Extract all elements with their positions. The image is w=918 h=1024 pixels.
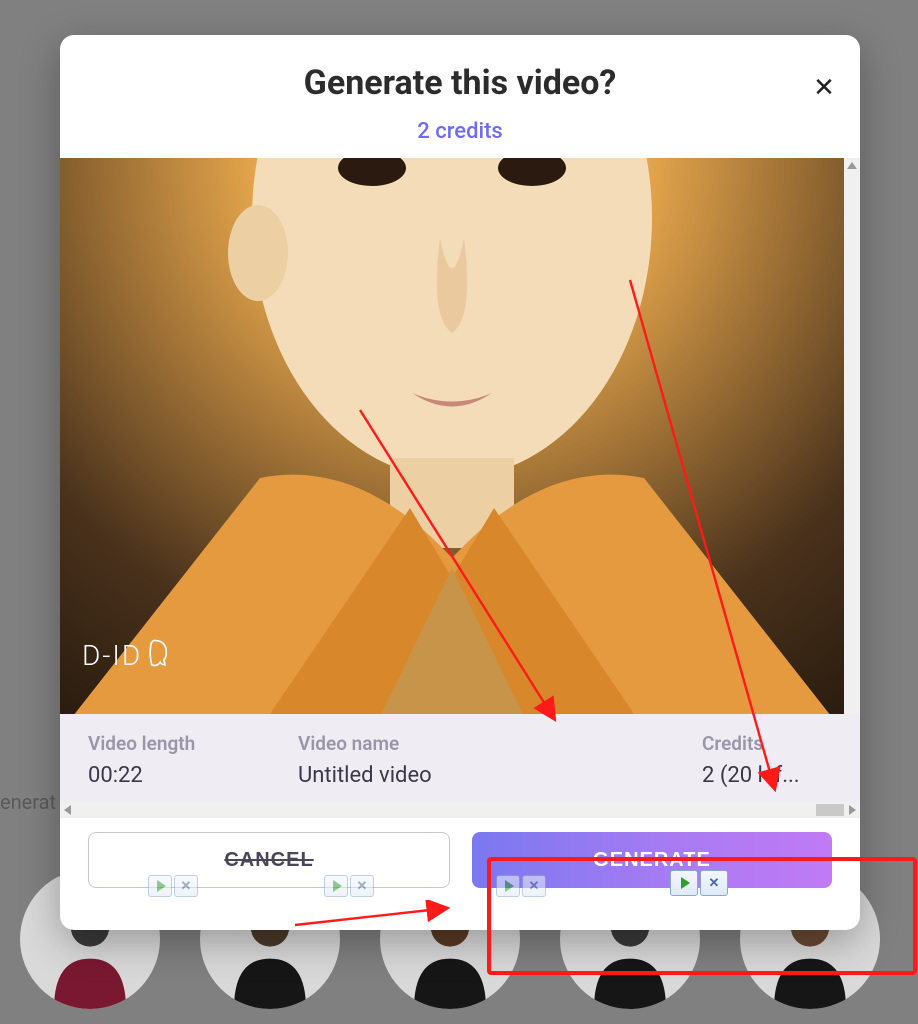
video-name-label: Video name <box>298 732 682 755</box>
close-button[interactable]: ✕ <box>810 73 838 101</box>
cancel-button-label: CANCEL <box>224 849 313 872</box>
play-icon <box>324 875 348 897</box>
credits-cost: 2 credits <box>84 119 836 144</box>
play-icon <box>496 875 520 897</box>
close-icon <box>350 875 374 897</box>
video-length-value: 00:22 <box>88 763 278 788</box>
video-preview-area: D-ID <box>60 158 860 714</box>
cancel-button[interactable]: CANCEL <box>88 832 450 888</box>
close-icon <box>174 875 198 897</box>
modal-header: Generate this video? 2 credits ✕ <box>60 35 860 158</box>
video-preview-image: D-ID <box>60 158 844 714</box>
annotation-chip-pair <box>496 875 546 897</box>
background-section-label: enerat <box>0 790 56 814</box>
info-horizontal-scrollbar[interactable] <box>60 802 860 818</box>
video-name-value: Untitled video <box>298 763 682 788</box>
play-icon <box>670 870 698 896</box>
annotation-chip-pair <box>324 875 374 897</box>
close-icon <box>522 875 546 897</box>
credits-value: 2 (20 lef... <box>702 763 832 788</box>
video-name-field: Video name Untitled video <box>298 732 682 788</box>
close-icon <box>700 870 728 896</box>
generate-video-modal: Generate this video? 2 credits ✕ <box>60 35 860 930</box>
generate-button-label: GENERATE <box>593 849 711 872</box>
video-info-row: Video length 00:22 Video name Untitled v… <box>60 714 860 802</box>
head-profile-icon <box>146 638 172 672</box>
annotation-chip-pair <box>670 870 728 896</box>
annotation-chip-pair <box>148 875 198 897</box>
video-length-label: Video length <box>88 732 278 755</box>
play-icon <box>148 875 172 897</box>
credits-label: Credits <box>702 732 832 755</box>
preview-vertical-scrollbar[interactable] <box>844 158 860 714</box>
close-icon: ✕ <box>813 72 835 102</box>
watermark-logo: D-ID <box>82 638 172 672</box>
modal-title: Generate this video? <box>84 63 836 103</box>
credits-field: Credits 2 (20 lef... <box>702 732 832 788</box>
modal-footer: CANCEL GENERATE <box>60 824 860 916</box>
video-length-field: Video length 00:22 <box>88 732 278 788</box>
